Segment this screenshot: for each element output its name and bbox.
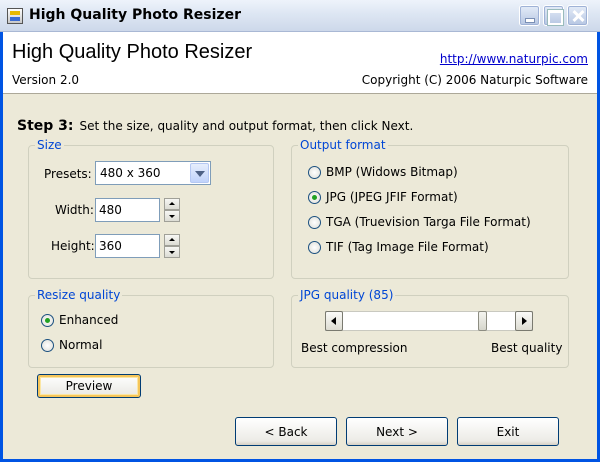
radio-enhanced-indicator[interactable] [41, 313, 54, 327]
next-button[interactable]: Next > [346, 417, 448, 446]
slider-left-arrow-icon[interactable] [325, 311, 343, 331]
jpg-quality-group-label: JPG quality (85) [298, 288, 396, 302]
jpg-quality-slider[interactable] [325, 311, 533, 331]
exit-button[interactable]: Exit [457, 417, 559, 446]
radio-bmp-label: BMP (Widows Bitmap) [326, 165, 458, 179]
app-heading: High Quality Photo Resizer [12, 41, 253, 63]
resize-quality-group-label: Resize quality [35, 288, 123, 302]
radio-bmp-indicator[interactable] [308, 165, 321, 179]
step-label: Step 3: [17, 118, 74, 134]
preview-button[interactable]: Preview [37, 374, 141, 398]
best-compression-label: Best compression [301, 341, 408, 355]
window-title: High Quality Photo Resizer [29, 7, 241, 23]
title-bar[interactable]: High Quality Photo Resizer [0, 0, 600, 32]
radio-tga[interactable]: TGA (Truevision Targa File Format) [308, 215, 531, 229]
height-up-arrow-icon[interactable] [164, 234, 180, 246]
size-group-label: Size [35, 138, 64, 152]
copyright-label: Copyright (C) 2006 Naturpic Software [361, 73, 588, 87]
output-format-group-label: Output format [298, 138, 388, 152]
radio-jpg[interactable]: JPG (JPEG JFIF Format) [308, 190, 458, 204]
width-label: Width: [55, 203, 94, 217]
height-input[interactable]: 360 [95, 234, 160, 258]
radio-normal-label: Normal [59, 338, 103, 352]
width-up-arrow-icon[interactable] [164, 198, 180, 210]
radio-enhanced-label: Enhanced [59, 313, 119, 327]
website-link[interactable]: http://www.naturpic.com [440, 52, 588, 66]
step-instruction: Step 3: Set the size, quality and output … [17, 118, 413, 134]
jpg-quality-group: JPG quality (85) [291, 288, 569, 368]
presets-dropdown[interactable]: 480 x 360 [95, 161, 211, 185]
radio-jpg-indicator[interactable] [308, 190, 321, 204]
presets-label: Presets: [44, 167, 92, 181]
radio-tif-label: TIF (Tag Image File Format) [326, 240, 489, 254]
app-icon [7, 8, 23, 24]
height-down-arrow-icon[interactable] [164, 246, 180, 258]
step-text: Set the size, quality and output format,… [79, 119, 414, 133]
back-button[interactable]: < Back [235, 417, 337, 446]
resize-quality-group: Resize quality [28, 288, 274, 368]
height-spinner[interactable] [164, 234, 180, 258]
header-panel: High Quality Photo Resizer Version 2.0 h… [3, 32, 597, 94]
radio-normal[interactable]: Normal [41, 338, 102, 352]
radio-bmp[interactable]: BMP (Widows Bitmap) [308, 165, 458, 179]
maximize-button[interactable] [543, 5, 564, 26]
width-down-arrow-icon[interactable] [164, 210, 180, 222]
width-spinner[interactable] [164, 198, 180, 222]
radio-jpg-label: JPG (JPEG JFIF Format) [326, 190, 458, 204]
best-quality-label: Best quality [491, 341, 563, 355]
slider-right-arrow-icon[interactable] [515, 311, 533, 331]
slider-thumb[interactable] [477, 311, 487, 331]
minimize-button[interactable] [519, 5, 540, 26]
close-button[interactable] [567, 5, 588, 26]
version-label: Version 2.0 [12, 73, 80, 87]
radio-tif-indicator[interactable] [308, 240, 321, 254]
radio-tga-label: TGA (Truevision Targa File Format) [326, 215, 531, 229]
chevron-down-icon[interactable] [190, 163, 209, 183]
width-input[interactable]: 480 [95, 198, 160, 222]
radio-tga-indicator[interactable] [308, 215, 321, 229]
radio-tif[interactable]: TIF (Tag Image File Format) [308, 240, 489, 254]
radio-normal-indicator[interactable] [41, 338, 54, 352]
radio-enhanced[interactable]: Enhanced [41, 313, 118, 327]
height-label: Height: [51, 239, 95, 253]
presets-value: 480 x 360 [100, 166, 161, 180]
